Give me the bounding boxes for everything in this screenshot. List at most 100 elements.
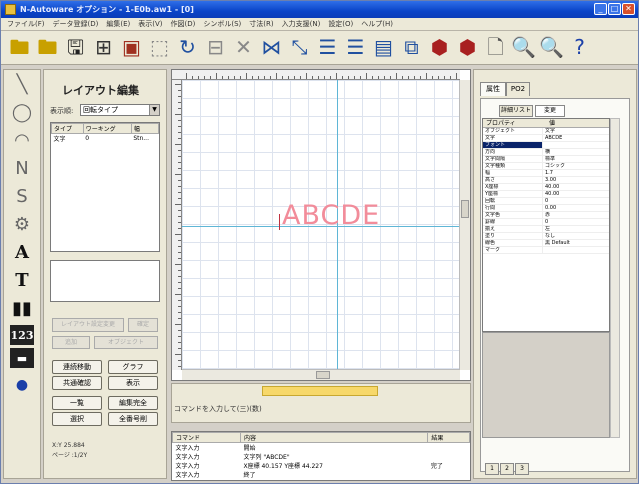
list-row[interactable]: 文字 0 Stn... bbox=[52, 134, 159, 143]
history-column-header[interactable]: 結果 bbox=[427, 432, 470, 443]
text-icon[interactable]: ⧉ bbox=[399, 35, 424, 60]
menu-item[interactable]: ファイル(F) bbox=[3, 19, 49, 29]
grid-icon[interactable]: ⊟ bbox=[203, 35, 228, 60]
print-icon[interactable]: ▣ bbox=[119, 35, 144, 60]
menu-item[interactable]: 寸法(R) bbox=[245, 19, 277, 29]
history-row[interactable]: 文字入力 文字列 "ABCDE" bbox=[173, 452, 470, 461]
property-value[interactable]: 0 bbox=[543, 198, 609, 204]
arc-tool-icon[interactable]: ◠ bbox=[4, 126, 40, 154]
confirm-button[interactable]: 確定 bbox=[128, 318, 158, 332]
help-icon[interactable]: ? bbox=[567, 35, 592, 60]
property-row[interactable]: マーク bbox=[483, 247, 609, 254]
property-row[interactable]: 線色黒 Default bbox=[483, 240, 609, 247]
property-row[interactable]: 文字間隔 標準 bbox=[483, 156, 609, 163]
property-value[interactable]: 40.00 bbox=[543, 184, 609, 190]
list-column-header[interactable]: 幅 bbox=[130, 123, 160, 134]
property-value[interactable] bbox=[543, 247, 609, 253]
sheet-tab[interactable]: 3 bbox=[515, 463, 529, 475]
list-icon[interactable]: ▤ bbox=[371, 35, 396, 60]
page-icon[interactable]: 🗋 bbox=[483, 35, 508, 60]
zoom-in-icon[interactable]: 🔍 bbox=[511, 35, 536, 60]
record-red-icon[interactable]: ⬢ bbox=[427, 35, 452, 60]
rotate-icon[interactable]: ↻ bbox=[175, 35, 200, 60]
property-value[interactable]: 40.00 bbox=[543, 191, 609, 197]
property-row[interactable]: 文字種類 ゴシック bbox=[483, 163, 609, 170]
edit-complete-button[interactable]: 編集完全 bbox=[108, 396, 158, 410]
object-button[interactable]: オブジェクト bbox=[94, 336, 158, 349]
select-icon[interactable]: ⬚ bbox=[147, 35, 172, 60]
align-center-icon[interactable]: ☰ bbox=[343, 35, 368, 60]
property-row[interactable]: オブジェクト 文字 bbox=[483, 128, 609, 135]
property-row[interactable]: X座標 40.00 bbox=[483, 184, 609, 191]
number-tool-icon[interactable]: 123 bbox=[10, 325, 34, 345]
mirror-icon[interactable]: ⋈ bbox=[259, 35, 284, 60]
delete-all-button[interactable]: 全番号削 bbox=[108, 412, 158, 426]
object-detail-box[interactable] bbox=[50, 260, 160, 302]
menu-item[interactable]: 表示(V) bbox=[134, 19, 166, 29]
text-a-tool-icon[interactable]: A bbox=[4, 238, 40, 266]
property-value[interactable]: 0 bbox=[543, 219, 609, 225]
menu-item[interactable]: 作図(D) bbox=[167, 19, 200, 29]
property-row[interactable]: 文字色赤 bbox=[483, 212, 609, 219]
chevron-down-icon[interactable]: ▼ bbox=[149, 105, 159, 115]
property-value[interactable]: 0.00 bbox=[543, 205, 609, 211]
canvas-horizontal-scrollbar[interactable] bbox=[182, 369, 460, 380]
property-row[interactable]: 高さ 3.00 bbox=[483, 177, 609, 184]
property-value[interactable] bbox=[543, 142, 609, 148]
record-red2-icon[interactable]: ⬢ bbox=[455, 35, 480, 60]
property-row[interactable]: 文字 ABCDE bbox=[483, 135, 609, 142]
history-row[interactable]: 文字入力 開始 bbox=[173, 443, 470, 452]
property-value[interactable]: 黒 Default bbox=[543, 240, 609, 246]
continuous-move-button[interactable]: 連続移動 bbox=[52, 360, 102, 374]
tab-po2[interactable]: PO2 bbox=[506, 82, 530, 96]
scroll-thumb[interactable] bbox=[461, 200, 469, 218]
property-value[interactable]: 赤 bbox=[543, 212, 609, 218]
barcode-tool-icon[interactable]: ▮▮ bbox=[4, 294, 40, 322]
property-row[interactable]: 回転 0 bbox=[483, 198, 609, 205]
spline-tool-icon[interactable]: S bbox=[4, 182, 40, 210]
align-left-icon[interactable]: ☰ bbox=[315, 35, 340, 60]
command-prompt[interactable]: コマンドを入力して(三)(数) bbox=[174, 404, 262, 414]
property-value[interactable]: ABCDE bbox=[543, 135, 609, 141]
sheet-tab[interactable]: 2 bbox=[500, 463, 514, 475]
menu-item[interactable]: 設定(O) bbox=[324, 19, 357, 29]
dot-tool-icon[interactable]: ● bbox=[4, 371, 40, 399]
close-button[interactable]: ✕ bbox=[622, 3, 635, 15]
menu-item[interactable]: データ登録(D) bbox=[49, 19, 103, 29]
drawing-canvas[interactable]: ABCDE bbox=[182, 80, 460, 370]
property-value[interactable]: 文字 bbox=[543, 128, 609, 134]
frame-icon[interactable]: ⊞ bbox=[91, 35, 116, 60]
property-row[interactable]: 方向横 bbox=[483, 149, 609, 156]
list-column-header[interactable]: タイプ bbox=[51, 123, 84, 134]
symbol-tool-icon[interactable]: ⚙ bbox=[4, 210, 40, 238]
polyline-tool-icon[interactable]: Ν bbox=[4, 154, 40, 182]
property-row[interactable]: Y座標 40.00 bbox=[483, 191, 609, 198]
property-row[interactable]: 罫線 0 bbox=[483, 219, 609, 226]
property-row[interactable]: 行間 0.00 bbox=[483, 205, 609, 212]
history-row[interactable]: 文字入力 X座標 40.157 Y座標 44.227 完了 bbox=[173, 461, 470, 470]
history-row[interactable]: 文字入力 終了 bbox=[173, 470, 470, 479]
property-row[interactable]: フォント bbox=[483, 142, 609, 149]
menu-item[interactable]: 編集(E) bbox=[102, 19, 134, 29]
property-value[interactable]: 3.00 bbox=[543, 177, 609, 183]
command-history-table[interactable]: コマンド 内容 結果 文字入力 開始 文字入力 文字列 "ABCDE" 文字入力 X座標 40… bbox=[171, 431, 471, 481]
property-row[interactable]: 揃え左 bbox=[483, 226, 609, 233]
counter-tool-icon[interactable]: ▬ bbox=[10, 348, 34, 368]
tab-detail-list[interactable]: 詳細リスト bbox=[499, 105, 533, 117]
display-button[interactable]: 表示 bbox=[108, 376, 158, 390]
property-value[interactable]: 横 bbox=[543, 149, 609, 155]
property-value[interactable]: 左 bbox=[543, 226, 609, 232]
property-value[interactable]: 1.7 bbox=[543, 170, 609, 176]
delete-icon[interactable]: ✕ bbox=[231, 35, 256, 60]
property-value[interactable]: なし bbox=[543, 233, 609, 239]
common-check-button[interactable]: 共通確認 bbox=[52, 376, 102, 390]
tab-change[interactable]: 変更 bbox=[535, 105, 565, 117]
maximize-button[interactable]: □ bbox=[608, 3, 621, 15]
property-grid[interactable]: プロパティ 値 オブジェクト 文字 文字 ABCDE フォント 方向横文字間隔 標準 文字種類… bbox=[482, 118, 610, 332]
open-folder2-icon[interactable]: 🖿 bbox=[35, 35, 60, 60]
property-scrollbar[interactable] bbox=[610, 118, 620, 438]
save-icon[interactable]: 🖫 bbox=[63, 35, 88, 60]
line-tool-icon[interactable]: ╲ bbox=[4, 70, 40, 98]
zoom-out-icon[interactable]: 🔍 bbox=[539, 35, 564, 60]
property-row[interactable]: 塗り なし bbox=[483, 233, 609, 240]
